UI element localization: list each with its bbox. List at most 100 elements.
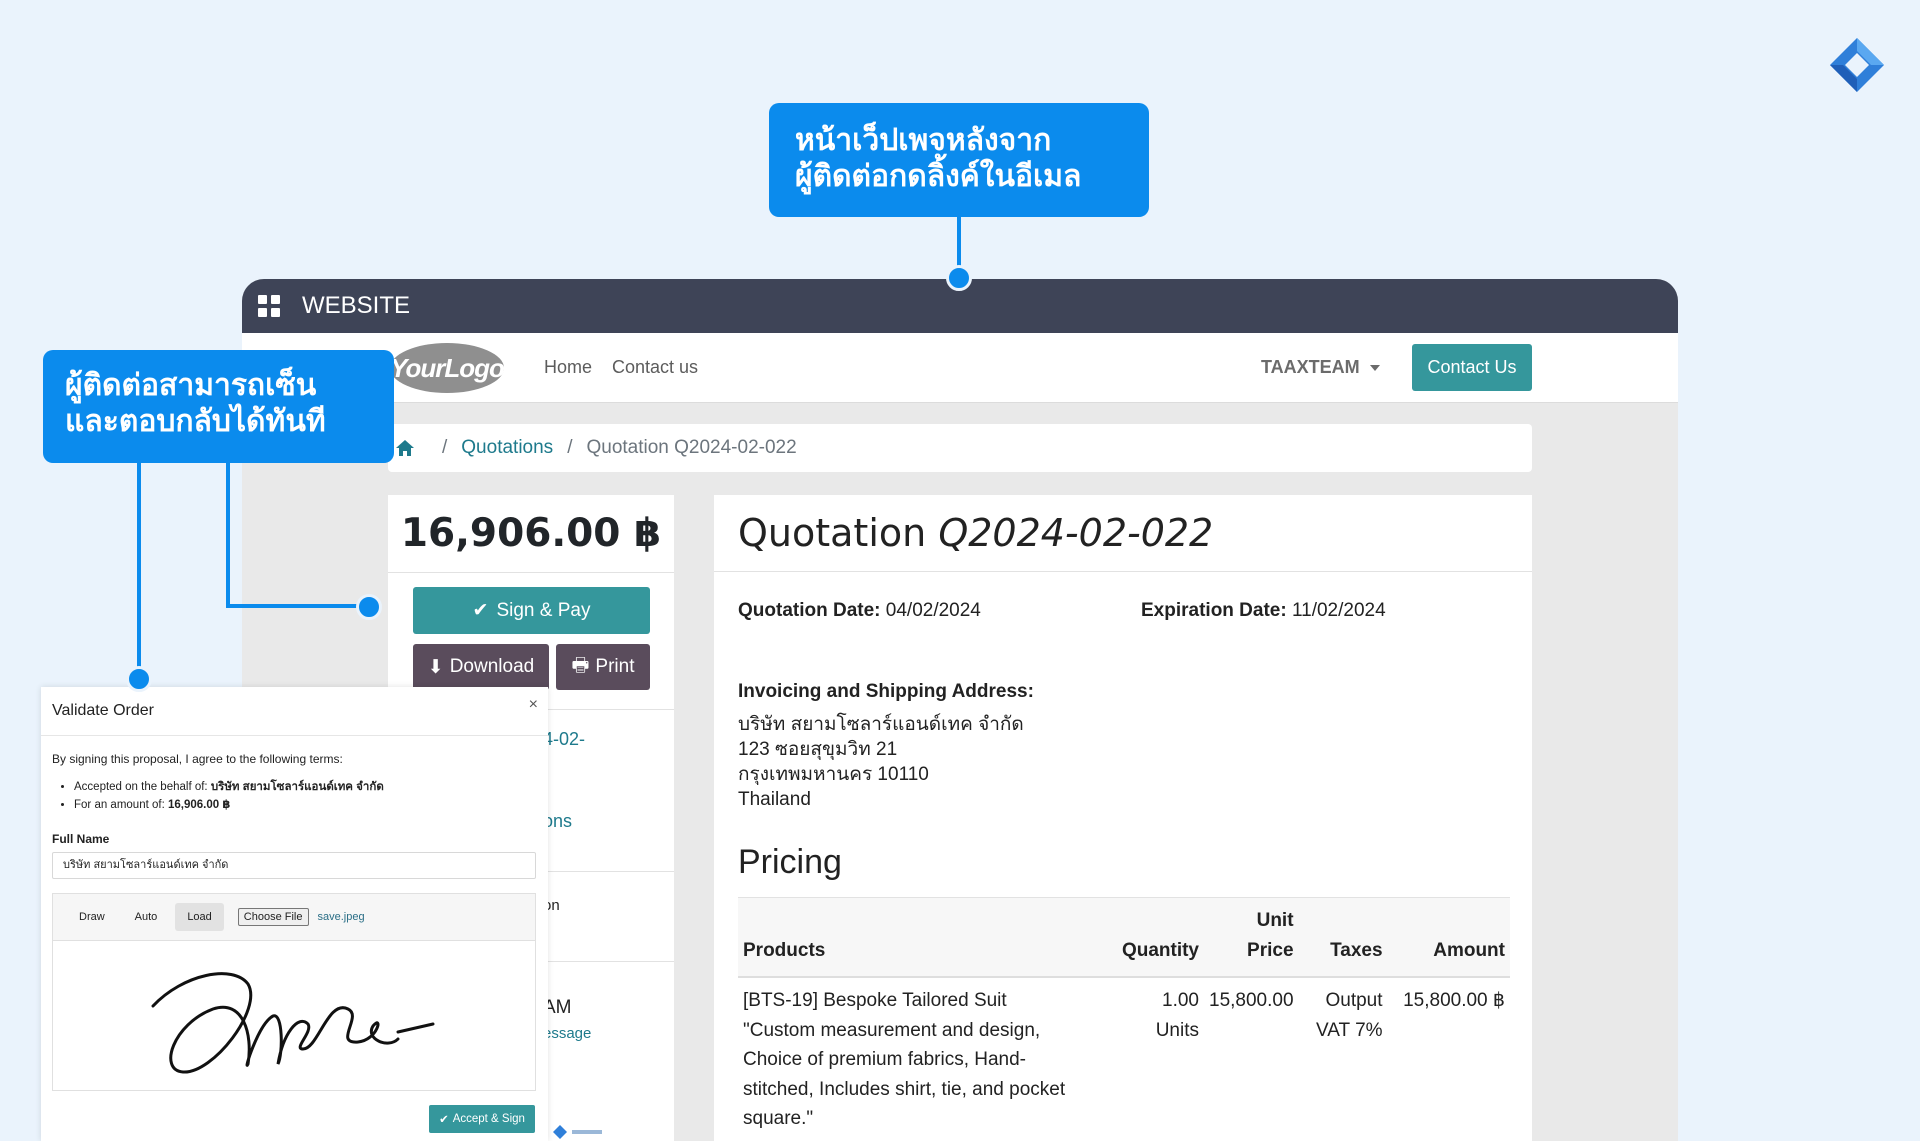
col-taxes: Taxes (1298, 897, 1388, 978)
window-title: WEBSITE (302, 292, 411, 319)
connector-dot (356, 594, 382, 620)
table-row: [BTS-19] Bespoke Tailored Suit "Custom m… (738, 977, 1510, 1141)
accept-sign-button[interactable]: ✔ Accept & Sign (429, 1105, 535, 1133)
tab-auto[interactable]: Auto (123, 903, 170, 931)
print-label: Print (595, 656, 635, 677)
download-button[interactable]: ⬇ Download (413, 644, 549, 690)
breadcrumb-separator: / (567, 437, 573, 458)
breadcrumb-separator: / (442, 437, 448, 458)
quantity-value: 1.00 (1162, 990, 1199, 1011)
choose-file-button[interactable]: Choose File (237, 908, 309, 926)
tab-load[interactable]: Load (175, 903, 224, 931)
quotation-number: Q2024-02-022 (938, 511, 1214, 555)
signature-image (151, 972, 435, 1074)
product-line: square." (743, 1108, 814, 1129)
sign-pay-button[interactable]: ✔ Sign & Pay (413, 587, 650, 634)
amount-cell: 15,800.00 ฿ (1403, 990, 1505, 1011)
breadcrumb-quotations-link[interactable]: Quotations (461, 437, 553, 459)
validate-order-dialog: Validate Order × By signing this proposa… (41, 687, 548, 1141)
dialog-intro: By signing this proposal, I agree to the… (52, 752, 343, 766)
quantity-cell: 1.00 Units (1108, 977, 1204, 1141)
partial-logo-icon (553, 1125, 602, 1139)
print-button[interactable]: 🖶 Print (556, 644, 650, 690)
pricing-heading: Pricing (738, 843, 842, 881)
quotation-date: Quotation Date: 04/02/2024 (738, 600, 981, 622)
quotation-title: Quotation Q2024-02-022 (714, 495, 1532, 572)
callout-webpage-after-link: หน้าเว็ปเพจหลังจาก ผู้ติดต่อกดลิ้งค์ในอี… (769, 103, 1149, 217)
download-icon: ⬇ (427, 656, 444, 678)
file-name: save.jpeg (317, 911, 365, 923)
taxes-line: VAT 7% (1316, 1019, 1383, 1041)
address-line: 123 ซอยสุขุมวิท 21 (738, 739, 898, 760)
nav-home-link[interactable]: Home (544, 357, 592, 378)
terms-list: Accepted on the behalf of: บริษัท สยามโซ… (74, 778, 537, 814)
term-value: บริษัท สยามโซลาร์แอนด์เทค จำกัด (210, 781, 384, 793)
product-cell: [BTS-19] Bespoke Tailored Suit "Custom m… (738, 977, 1108, 1141)
dialog-header: Validate Order × (41, 687, 548, 736)
check-icon: ✔ (472, 600, 489, 621)
home-icon[interactable] (396, 440, 414, 456)
connector-dot (946, 265, 972, 291)
brand-logo-icon (1830, 38, 1884, 92)
apps-grid-icon[interactable] (258, 295, 280, 317)
total-amount: 16,906.00 ฿ (388, 495, 674, 573)
contact-us-button[interactable]: Contact Us (1412, 344, 1532, 391)
quantity-unit: Units (1155, 1019, 1199, 1041)
signature-pad[interactable]: Draw Auto Load Choose File save.jpeg (52, 893, 536, 1091)
tab-draw[interactable]: Draw (67, 903, 117, 931)
close-icon[interactable]: × (529, 696, 538, 714)
dialog-body: By signing this proposal, I agree to the… (41, 752, 548, 1091)
col-unit-price-line1: Unit (1256, 910, 1294, 931)
download-label: Download (449, 656, 535, 677)
full-name-label: Full Name (52, 832, 110, 846)
signature-tabs: Draw Auto Load Choose File save.jpeg (53, 894, 535, 941)
list-item: Accepted on the behalf of: บริษัท สยามโซ… (74, 778, 537, 796)
quotation-date-value: 04/02/2024 (885, 600, 981, 621)
site-logo[interactable]: YourLogo (390, 343, 505, 393)
term-value: 16,906.00 ฿ (167, 799, 231, 811)
user-menu-dropdown[interactable]: TAAXTEAM (1261, 357, 1380, 378)
sidebar-fragment[interactable]: 4-02- (543, 729, 585, 750)
address-line: Thailand (738, 789, 811, 810)
pricing-table: Products Quantity Unit Price Taxes Amoun… (738, 897, 1510, 1141)
unit-price-cell: 15,800.00 (1209, 990, 1294, 1011)
product-line: [BTS-19] Bespoke Tailored Suit (743, 990, 1007, 1011)
list-item: For an amount of: 16,906.00 ฿ (74, 796, 537, 814)
nav-contact-link[interactable]: Contact us (612, 357, 698, 378)
connector-dot (126, 666, 152, 692)
accept-sign-label: Accept & Sign (452, 1113, 525, 1125)
quotation-card: Quotation Q2024-02-022 Quotation Date: 0… (714, 495, 1532, 1141)
callout-sign-respond: ผู้ติดต่อสามารถเซ็น และตอบกลับได้ทันที (43, 350, 394, 463)
quotation-title-prefix: Quotation (738, 511, 927, 555)
expiration-date: Expiration Date: 11/02/2024 (1141, 600, 1386, 622)
expiration-date-value: 11/02/2024 (1291, 600, 1386, 621)
connector-line (137, 448, 141, 678)
address-block: Invoicing and Shipping Address: บริษัท ส… (738, 679, 1034, 812)
print-icon: 🖶 (571, 655, 590, 676)
breadcrumb: / Quotations / Quotation Q2024-02-022 (388, 424, 1532, 472)
sign-pay-label: Sign & Pay (496, 599, 591, 621)
product-line: stitched, Includes shirt, tie, and pocke… (743, 1078, 1066, 1100)
term-label: For an amount of: (74, 799, 165, 811)
col-products: Products (738, 897, 1108, 978)
quotation-date-label: Quotation Date: (738, 600, 881, 621)
taxes-cell: Output VAT 7% (1299, 977, 1388, 1141)
check-icon: ✔ (439, 1114, 449, 1126)
connector-line (226, 448, 230, 608)
address-line: กรุงเทพมหานคร 10110 (738, 764, 929, 785)
sidebar-fragment[interactable]: essage (543, 1025, 591, 1042)
col-unit-price-line2: Price (1247, 940, 1294, 961)
table-header-row: Products Quantity Unit Price Taxes Amoun… (738, 897, 1510, 978)
expiration-date-label: Expiration Date: (1141, 600, 1287, 621)
term-label: Accepted on the behalf of: (74, 781, 208, 793)
taxes-line: Output (1325, 990, 1383, 1011)
address-line: บริษัท สยามโซลาร์แอนด์เทค จำกัด (738, 714, 1024, 735)
product-line: "Custom measurement and design, (743, 1019, 1041, 1041)
col-unit-price: Unit Price (1204, 897, 1299, 978)
address-label: Invoicing and Shipping Address: (738, 681, 1034, 702)
site-navbar: YourLogo Home Contact us TAAXTEAM Contac… (242, 333, 1678, 403)
connector-line (226, 604, 368, 608)
breadcrumb-current: Quotation Q2024-02-022 (586, 437, 797, 458)
dialog-title: Validate Order (52, 702, 154, 719)
full-name-input[interactable]: บริษัท สยามโซลาร์แอนด์เทค จำกัด (52, 852, 536, 879)
